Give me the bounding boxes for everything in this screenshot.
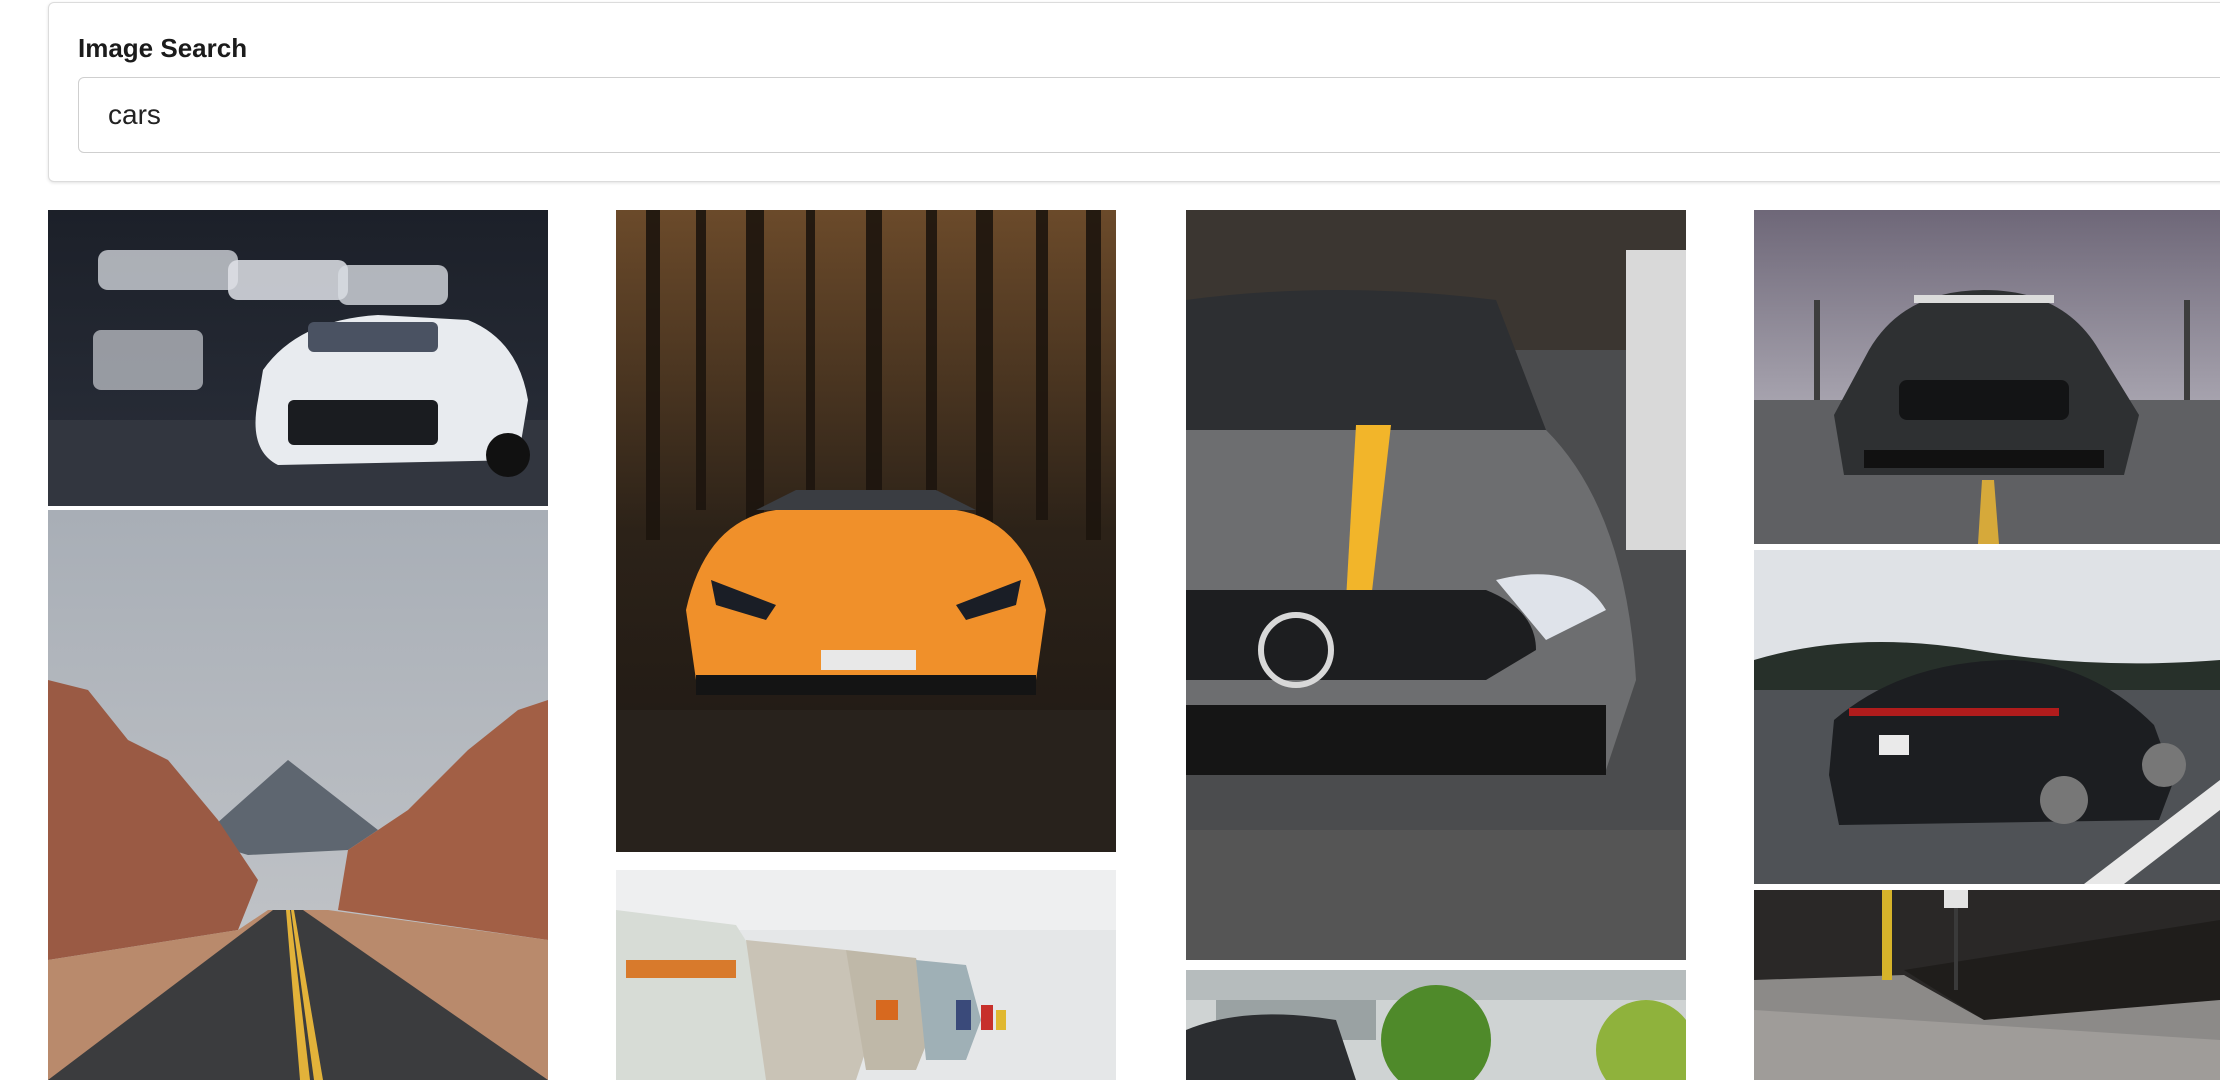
desert-road-image	[48, 510, 548, 1080]
result-image-desert-road[interactable]	[48, 510, 548, 1080]
result-image-parking-curb[interactable]	[1754, 890, 2220, 1080]
result-image-white-camaro[interactable]	[48, 210, 548, 506]
vintage-bmw-row-image	[616, 870, 1116, 1080]
orange-lamborghini-forest-image	[616, 210, 1116, 852]
search-panel: Image Search	[48, 2, 2220, 182]
search-title: Image Search	[78, 33, 248, 63]
result-image-black-porsche[interactable]	[1754, 550, 2220, 884]
parking-curb-image	[1754, 890, 2220, 1080]
black-mustang-parking-image	[1754, 210, 2220, 544]
search-input[interactable]	[78, 77, 2220, 153]
black-porsche-road-image	[1754, 550, 2220, 884]
trees-building-car-image	[1186, 970, 1686, 1080]
result-image-orange-lamborghini[interactable]	[616, 210, 1116, 852]
result-image-black-mustang[interactable]	[1754, 210, 2220, 544]
result-image-trees-building[interactable]	[1186, 970, 1686, 1080]
grey-mercedes-amg-image	[1186, 210, 1686, 960]
result-image-grey-mercedes[interactable]	[1186, 210, 1686, 960]
white-camaro-garage-image	[48, 210, 548, 506]
result-image-vintage-bmw[interactable]	[616, 870, 1116, 1080]
